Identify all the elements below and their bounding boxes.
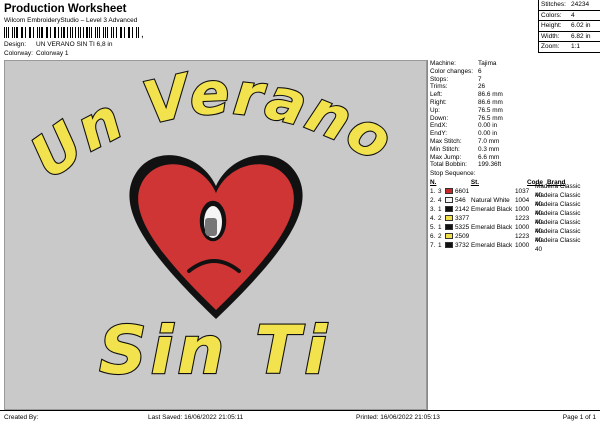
page-title: Production Worksheet <box>4 3 127 15</box>
artwork-line-2: Sin Ti <box>99 312 331 389</box>
colorway-label: Colorway: <box>4 50 33 57</box>
color-swatch <box>445 242 453 249</box>
color-swatch <box>445 233 453 240</box>
stats-row-height: Height: 6.02 in <box>541 22 591 29</box>
design-preview: Un Verano Sin Ti <box>4 58 427 410</box>
printed-date: Printed: 16/06/2022 21:05:13 <box>356 414 440 421</box>
machine-info-row: Left: 86.6 mm <box>430 91 503 99</box>
design-label: Design: <box>4 41 27 48</box>
stop-sequence-row: 7. 1 3732 Emerald Black 1000 Madeira Classic … <box>430 237 581 254</box>
stop-sequence-title: Stop Sequence: <box>430 170 476 178</box>
machine-info-row: Right: 86.6 mm <box>430 98 503 106</box>
stats-row-width: Width: 6.82 in <box>541 32 591 40</box>
machine-info-row: Min Stitch: 0.3 mm <box>430 145 500 153</box>
color-swatch <box>445 215 453 222</box>
machine-info-row: Trims: 26 <box>430 83 486 91</box>
design-value: UN VERANO SIN TI 6,8 in <box>36 41 113 48</box>
barcode-suffix: , <box>141 29 144 40</box>
machine-info-row: Color changes: 6 <box>430 67 482 75</box>
color-swatch <box>445 197 453 204</box>
color-swatch <box>445 206 453 213</box>
machine-info-row: Machine: Tajima <box>430 60 497 67</box>
stats-row-stitches: Stitches: 24234 <box>541 1 590 8</box>
last-saved: Last Saved: 16/06/2022 21:05:11 <box>148 414 244 421</box>
software-subtitle: Wilcom EmbroideryStudio – Level 3 Advanc… <box>4 17 138 24</box>
machine-info-row: Stops: 7 <box>430 75 482 83</box>
machine-info-row: Up: 76.5 mm <box>430 106 503 114</box>
artwork-line-1: Un Verano <box>18 61 405 192</box>
color-swatch <box>445 188 453 195</box>
machine-info-row: EndX: 0.00 in <box>430 122 498 130</box>
embroidery-artwork: Un Verano Sin Ti <box>17 58 405 390</box>
barcode <box>4 27 141 38</box>
machine-info-row: Max Jump: 6.6 mm <box>430 153 500 161</box>
stats-row-zoom: Zoom: 1:1 <box>541 43 581 50</box>
machine-info-row: EndY: 0.00 in <box>430 130 498 138</box>
footer: Created By: Last Saved: 16/06/2022 21:05… <box>0 410 600 424</box>
machine-info-panel: Machine: Tajima Color changes: 6 Stops: 7 Trim… <box>427 60 600 410</box>
created-by: Created By: <box>4 414 39 421</box>
colorway-value: Colorway 1 <box>36 50 69 57</box>
machine-info-row: Down: 76.5 mm <box>430 114 503 122</box>
color-swatch <box>445 224 453 231</box>
stats-box: Stitches: 24234 Colors: 4 Height: 6.02 in W… <box>538 0 600 53</box>
machine-info-row: Max Stitch: 7.0 mm <box>430 137 500 145</box>
machine-info-row: Total Bobbin: 199.36ft <box>430 161 502 169</box>
stats-row-colors: Colors: 4 <box>541 11 575 19</box>
page-number: Page 1 of 1 <box>562 414 596 421</box>
